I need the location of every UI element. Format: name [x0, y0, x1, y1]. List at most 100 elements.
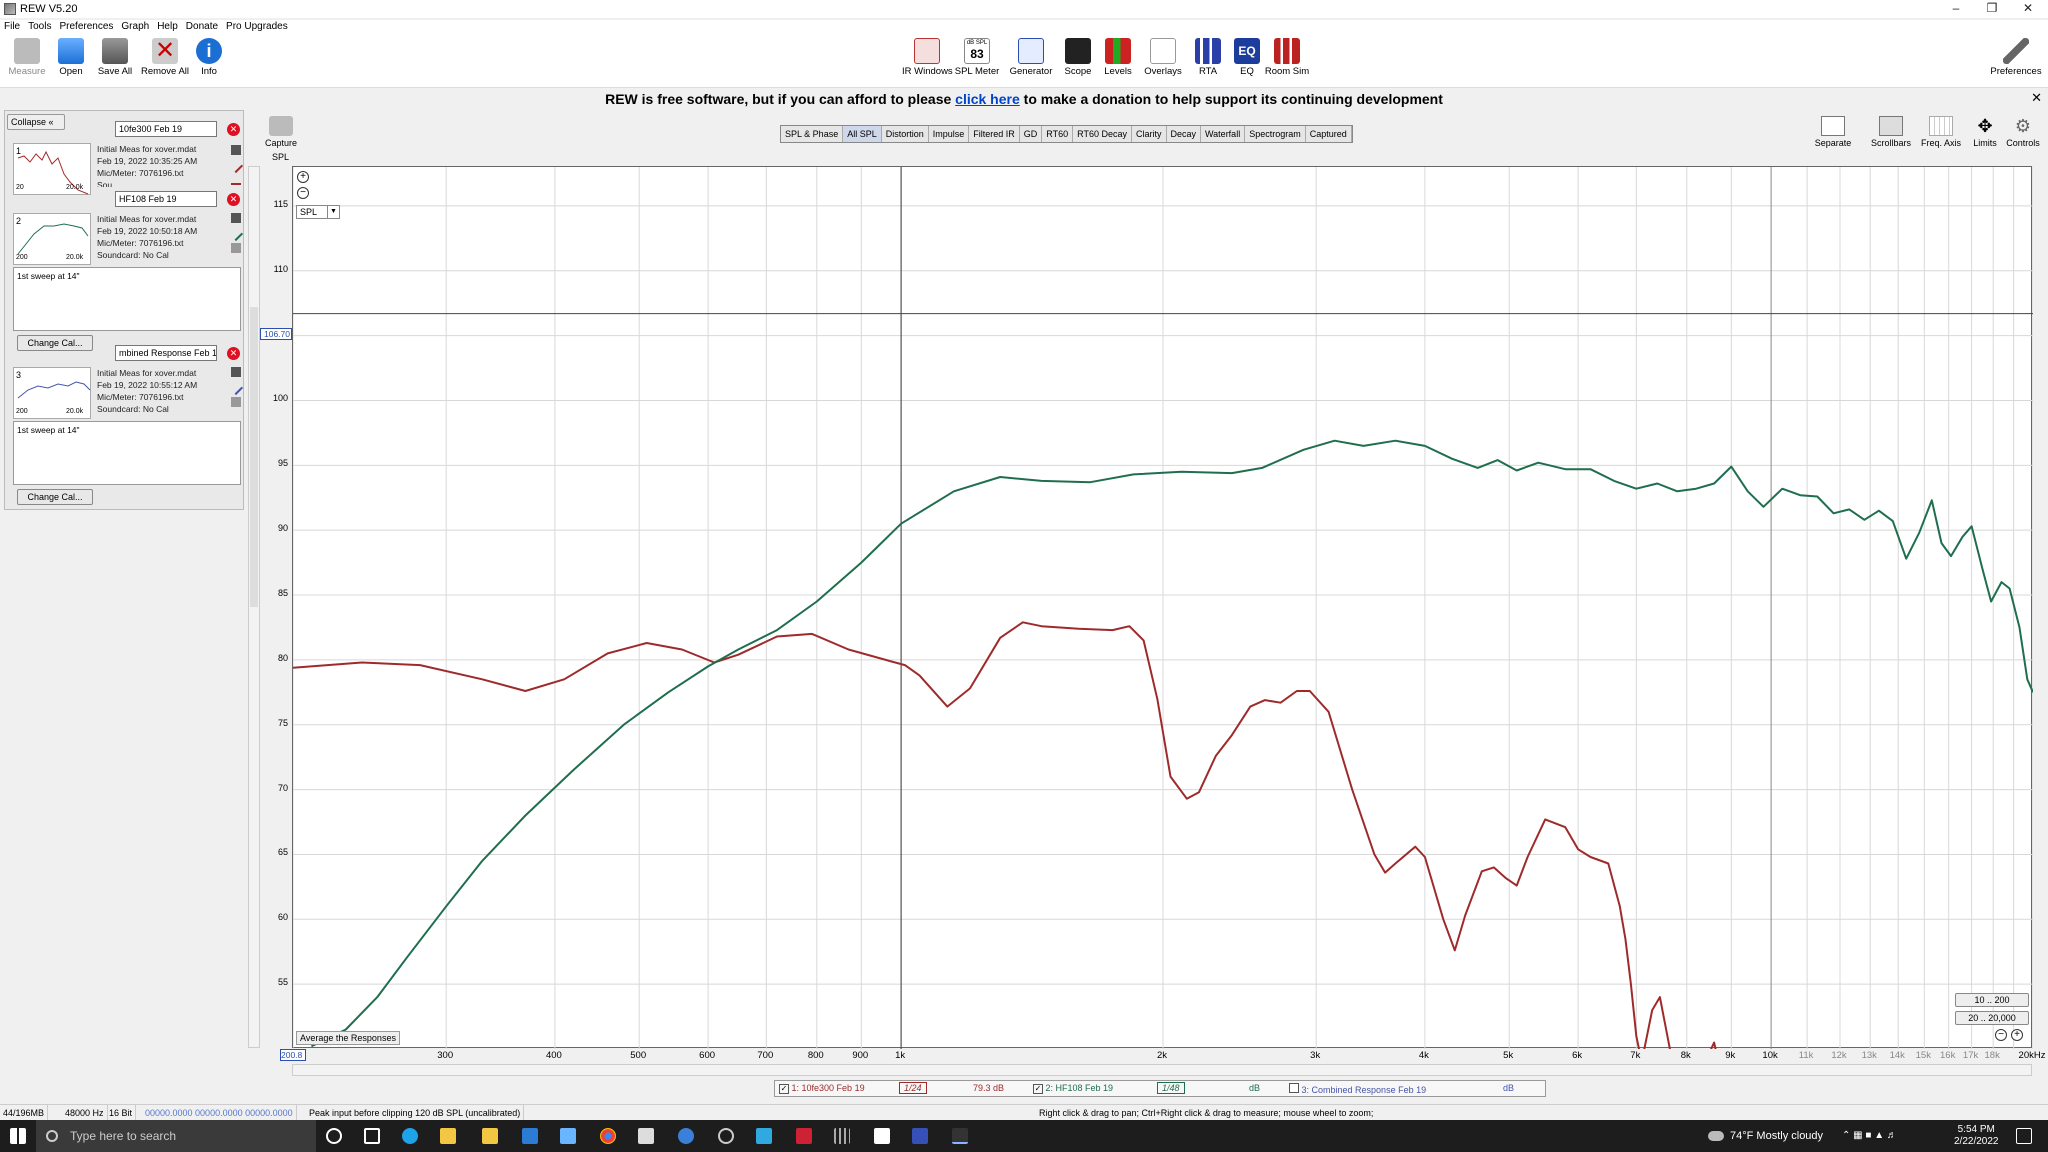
change-cal-button[interactable]: Change Cal...	[17, 489, 93, 505]
tab-all-spl[interactable]: All SPL	[843, 126, 882, 142]
legend-item-1[interactable]: ✓ 1: 10fe300 Feb 19	[779, 1083, 865, 1094]
tray-icons[interactable]: ⌃ ▦ ■ ▲ ♬	[1842, 1120, 1897, 1152]
menu-preferences[interactable]: Preferences	[55, 20, 117, 34]
zoom-out-icon[interactable]: −	[297, 187, 309, 199]
spl-meter-button[interactable]: dB SPL 83 SPL Meter	[952, 38, 1002, 77]
weather-status[interactable]: 74°F Mostly cloudy	[1730, 1120, 1823, 1152]
range-button-20-20000[interactable]: 20 .. 20,000	[1955, 1011, 2029, 1025]
measurement-name-input[interactable]: mbined Response Feb 19	[115, 345, 217, 361]
tab-impulse[interactable]: Impulse	[929, 126, 970, 142]
word-icon[interactable]	[912, 1128, 928, 1144]
menu-help[interactable]: Help	[153, 20, 182, 34]
notifications-icon[interactable]	[2016, 1128, 2032, 1144]
app-icon[interactable]	[718, 1128, 734, 1144]
tab-rt60-decay[interactable]: RT60 Decay	[1073, 126, 1132, 142]
checkbox-checked-icon[interactable]: ✓	[1033, 1084, 1043, 1094]
delete-measurement-icon[interactable]: ✕	[227, 193, 240, 206]
checkbox-unchecked-icon[interactable]	[1289, 1083, 1299, 1093]
tab-captured[interactable]: Captured	[1306, 126, 1352, 142]
measurement-name-input[interactable]: 10fe300 Feb 19	[115, 121, 217, 137]
freq-axis-button[interactable]: Freq. Axis	[1916, 116, 1966, 148]
waveform-icon[interactable]	[231, 213, 241, 223]
tab-filtered-ir[interactable]: Filtered IR	[969, 126, 1020, 142]
chrome-icon[interactable]	[600, 1128, 616, 1144]
file-icon[interactable]	[231, 397, 241, 407]
zoom-out-x-icon[interactable]: −	[1995, 1029, 2007, 1041]
horizontal-scrollbar[interactable]	[292, 1064, 2032, 1076]
windows-start-icon[interactable]	[10, 1128, 26, 1144]
restore-button[interactable]: ❐	[1974, 0, 2010, 18]
legend-item-3[interactable]: 3: Combined Response Feb 19	[1289, 1083, 1426, 1095]
tab-clarity[interactable]: Clarity	[1132, 126, 1167, 142]
app-icon[interactable]	[638, 1128, 654, 1144]
minimize-button[interactable]: –	[1938, 0, 1974, 18]
clock[interactable]: 5:54 PM 2/22/2022	[1954, 1124, 1999, 1148]
mail-icon[interactable]	[522, 1128, 538, 1144]
calculator-icon[interactable]	[834, 1128, 850, 1144]
open-button[interactable]: Open	[46, 38, 96, 77]
change-cal-button[interactable]: Change Cal...	[17, 335, 93, 351]
app-icon[interactable]	[756, 1128, 772, 1144]
measurement-name-input[interactable]: HF108 Feb 19	[115, 191, 217, 207]
overlays-button[interactable]: Overlays	[1138, 38, 1188, 77]
menu-graph[interactable]: Graph	[117, 20, 153, 34]
collapse-button[interactable]: Collapse «	[7, 114, 65, 130]
measurement-thumbnail[interactable]: 3 200 20.0k	[13, 367, 91, 419]
save-all-button[interactable]: Save All	[90, 38, 140, 77]
color-pen-icon[interactable]	[228, 380, 244, 396]
zoom-in-x-icon[interactable]: +	[2011, 1029, 2023, 1041]
tab-distortion[interactable]: Distortion	[882, 126, 929, 142]
menu-pro-upgrades[interactable]: Pro Upgrades	[222, 20, 292, 34]
notepad-icon[interactable]	[874, 1128, 890, 1144]
measurement-notes[interactable]: 1st sweep at 14"	[13, 267, 241, 331]
range-button-10-200[interactable]: 10 .. 200	[1955, 993, 2029, 1007]
measurement-thumbnail[interactable]: 1 20 20.0k	[13, 143, 91, 195]
waveform-icon[interactable]	[231, 145, 241, 155]
levels-button[interactable]: Levels	[1093, 38, 1143, 77]
menu-file[interactable]: File	[0, 20, 24, 34]
steam-icon[interactable]	[560, 1128, 576, 1144]
separate-button[interactable]: Separate	[1808, 116, 1858, 148]
donate-link[interactable]: click here	[955, 91, 1020, 107]
controls-button[interactable]: ⚙ Controls	[2000, 116, 2046, 148]
file-explorer-icon[interactable]	[440, 1128, 456, 1144]
menu-tools[interactable]: Tools	[24, 20, 55, 34]
room-sim-button[interactable]: Room Sim	[1262, 38, 1312, 77]
delete-measurement-icon[interactable]: ✕	[227, 347, 240, 360]
waveform-icon[interactable]	[231, 367, 241, 377]
generator-button[interactable]: Generator	[1006, 38, 1056, 77]
scrollbar-thumb[interactable]	[250, 307, 258, 607]
cortana-icon[interactable]	[326, 1128, 342, 1144]
tab-decay[interactable]: Decay	[1167, 126, 1202, 142]
remove-all-button[interactable]: ✕ Remove All	[140, 38, 190, 78]
average-responses-button[interactable]: Average the Responses	[296, 1031, 400, 1045]
tab-spl-phase[interactable]: SPL & Phase	[781, 126, 844, 142]
task-view-icon[interactable]	[364, 1128, 380, 1144]
store-icon[interactable]	[482, 1128, 498, 1144]
menu-donate[interactable]: Donate	[182, 20, 222, 34]
spl-graph-svg[interactable]	[292, 167, 2034, 1063]
color-pen-icon[interactable]	[228, 158, 244, 174]
tab-gd[interactable]: GD	[1020, 126, 1043, 142]
tab-rt60[interactable]: RT60	[1042, 126, 1074, 142]
tab-waterfall[interactable]: Waterfall	[1201, 126, 1246, 142]
banner-close-icon[interactable]: ✕	[2031, 90, 2042, 106]
measurement-notes[interactable]: 1st sweep at 14"	[13, 421, 241, 485]
legend-item-2[interactable]: ✓ 2: HF108 Feb 19	[1033, 1083, 1113, 1094]
spl-graph[interactable]: + − SPL ▼ Average the Responses 10 .. 20…	[292, 166, 2034, 1063]
capture-button[interactable]: Capture	[256, 116, 306, 148]
taskbar-search-input[interactable]: Type here to search	[36, 1120, 316, 1152]
zoom-in-icon[interactable]: +	[297, 171, 309, 183]
preferences-button[interactable]: Preferences	[1988, 38, 2044, 77]
checkbox-checked-icon[interactable]: ✓	[779, 1084, 789, 1094]
app-icon[interactable]	[796, 1128, 812, 1144]
smoothing-badge-1[interactable]: 1/24	[899, 1082, 927, 1094]
y-axis-select[interactable]: SPL ▼	[296, 205, 340, 219]
delete-measurement-icon[interactable]: ✕	[227, 123, 240, 136]
color-pen-icon[interactable]	[228, 226, 244, 242]
measure-button[interactable]: Measure	[2, 38, 52, 77]
tab-spectrogram[interactable]: Spectrogram	[1245, 126, 1306, 142]
edge-icon[interactable]	[402, 1128, 418, 1144]
app-icon[interactable]	[678, 1128, 694, 1144]
info-button[interactable]: i Info	[184, 38, 234, 77]
